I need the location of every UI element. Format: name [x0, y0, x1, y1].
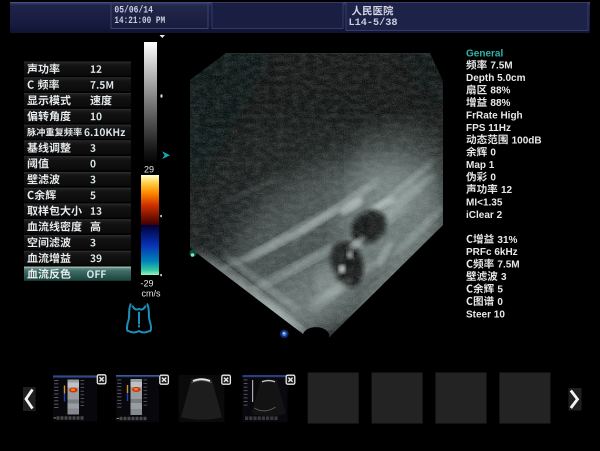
- svg-text:iClear 2: iClear 2: [466, 210, 503, 221]
- svg-text:cm/s: cm/s: [142, 289, 161, 299]
- svg-text:0: 0: [490, 173, 496, 184]
- svg-text:PRFc 6kHz: PRFc 6kHz: [466, 247, 518, 258]
- svg-text:Depth 5.0cm: Depth 5.0cm: [466, 73, 526, 84]
- svg-text:General: General: [466, 48, 503, 59]
- svg-text:7.5M: 7.5M: [497, 260, 519, 271]
- svg-text:0: 0: [490, 148, 496, 159]
- svg-text:7.5M: 7.5M: [490, 61, 512, 72]
- svg-text:5: 5: [497, 285, 503, 296]
- svg-text:29: 29: [144, 165, 154, 175]
- svg-text:MI<1.35: MI<1.35: [466, 198, 503, 209]
- svg-text:-29: -29: [141, 279, 154, 289]
- svg-text:100dB: 100dB: [512, 135, 542, 146]
- svg-text:0: 0: [497, 297, 503, 308]
- svg-text:88%: 88%: [490, 98, 510, 109]
- svg-text:L14-5/38: L14-5/38: [349, 17, 398, 29]
- svg-text:12: 12: [501, 185, 513, 196]
- svg-text:Steer 10: Steer 10: [466, 309, 505, 320]
- svg-text:FrRate High: FrRate High: [466, 110, 523, 121]
- svg-text:31%: 31%: [497, 235, 517, 246]
- svg-text:FPS 11Hz: FPS 11Hz: [466, 123, 511, 134]
- svg-text:3: 3: [501, 272, 507, 283]
- svg-text:Map 1: Map 1: [466, 160, 495, 171]
- svg-text:14:21:00 PM: 14:21:00 PM: [114, 15, 165, 27]
- svg-text:88%: 88%: [490, 86, 510, 97]
